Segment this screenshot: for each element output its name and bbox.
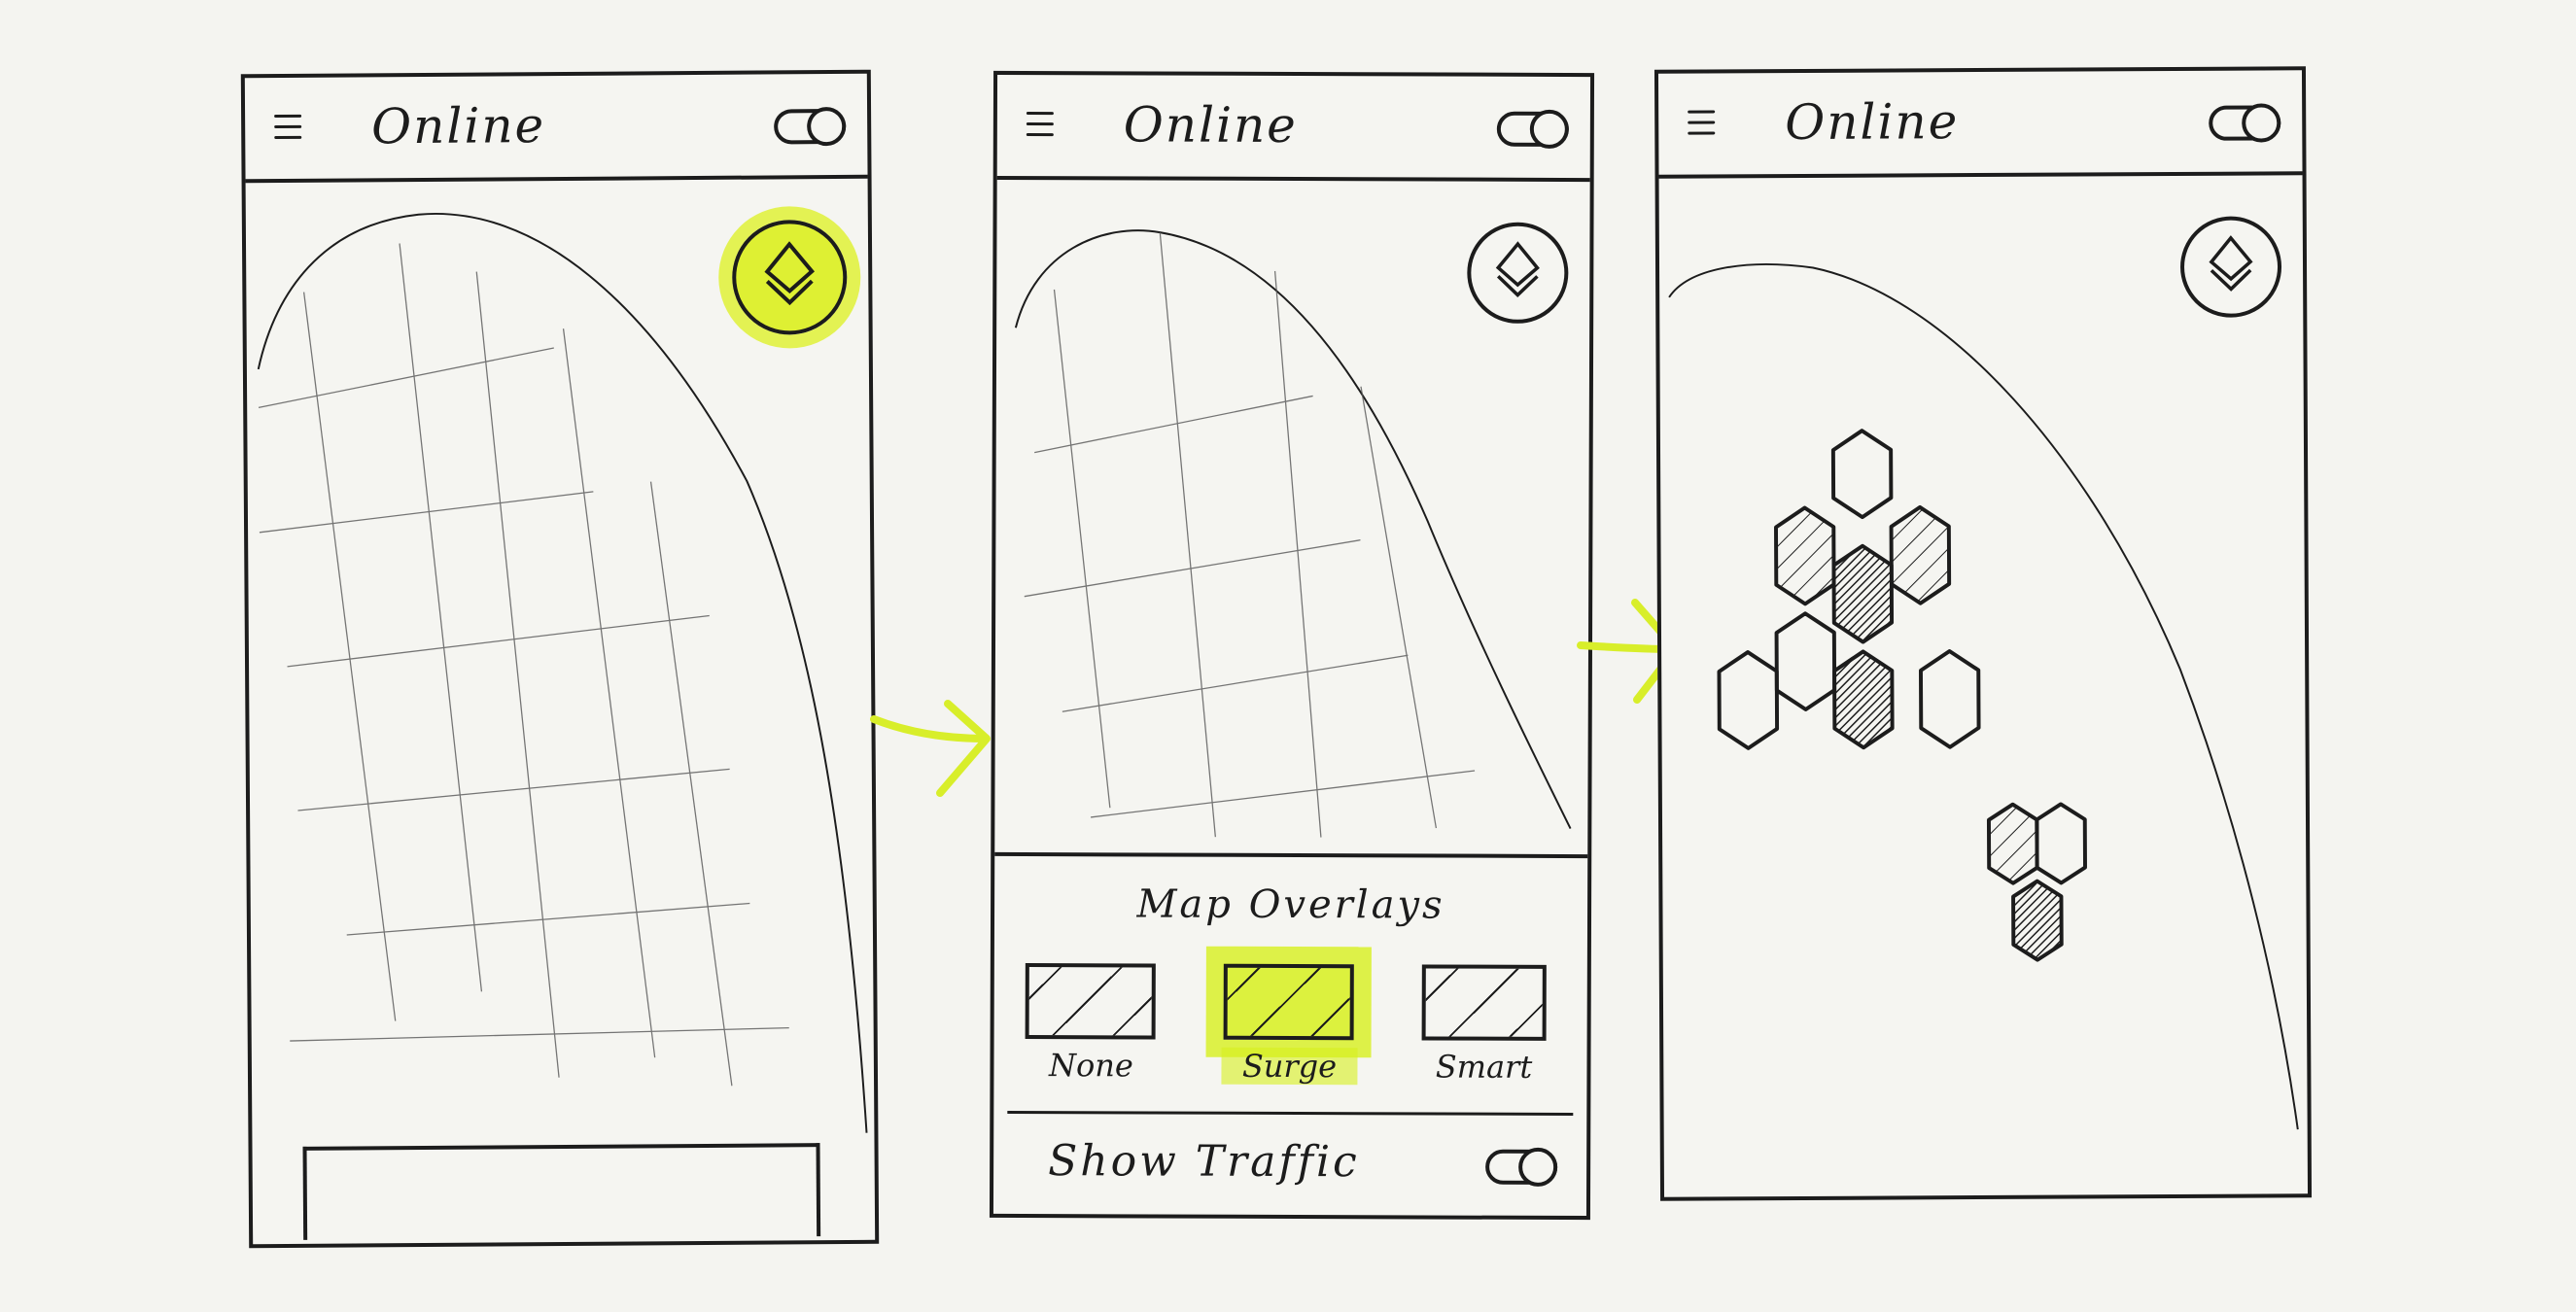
status-title: Online [1785, 93, 1960, 152]
screen-2-overlay-panel: Online Map Overlays None Surge Smart Sho… [989, 70, 1595, 1221]
surge-hexagons [1717, 429, 2087, 962]
layers-button[interactable] [2179, 216, 2282, 318]
top-bar: Online [1657, 70, 2303, 179]
layers-icon [2209, 235, 2253, 292]
online-toggle[interactable] [1496, 109, 1569, 149]
show-traffic-label: Show Traffic [1048, 1136, 1360, 1188]
map-overlays-sheet: Map Overlays None Surge Smart Show Traff… [992, 851, 1588, 1217]
status-title: Online [370, 97, 546, 155]
layers-button[interactable] [731, 219, 848, 335]
screen-1-map: Online [240, 69, 880, 1249]
top-bar: Online [996, 74, 1591, 183]
hamburger-menu-icon[interactable] [1026, 112, 1056, 137]
top-bar: Online [244, 73, 868, 184]
show-traffic-toggle[interactable] [1485, 1147, 1558, 1187]
toggle-knob [1529, 109, 1569, 149]
bottom-card[interactable] [302, 1143, 821, 1240]
status-title: Online [1123, 96, 1298, 155]
divider [1007, 1110, 1574, 1117]
screen-3-surge-map: Online [1654, 66, 2313, 1201]
flow-arrow [870, 700, 991, 797]
toggle-knob [1518, 1147, 1558, 1187]
overlay-option-surge[interactable] [1223, 963, 1354, 1041]
toggle-knob [2242, 103, 2281, 143]
hamburger-menu-icon[interactable] [274, 114, 303, 140]
overlay-option-none[interactable] [1025, 963, 1156, 1040]
online-toggle[interactable] [2209, 103, 2281, 143]
overlay-option-label: Smart [1435, 1048, 1533, 1086]
overlay-option-label: None [1049, 1047, 1133, 1085]
layers-icon [1495, 241, 1540, 297]
toggle-knob [807, 106, 847, 147]
overlay-option-label: Surge [1221, 1047, 1358, 1086]
overlay-option-smart[interactable] [1421, 964, 1547, 1041]
online-toggle[interactable] [774, 106, 847, 147]
sheet-title: Map Overlays [1136, 881, 1445, 928]
layers-icon [764, 241, 816, 306]
layers-button[interactable] [1467, 222, 1569, 324]
hamburger-menu-icon[interactable] [1688, 110, 1717, 135]
